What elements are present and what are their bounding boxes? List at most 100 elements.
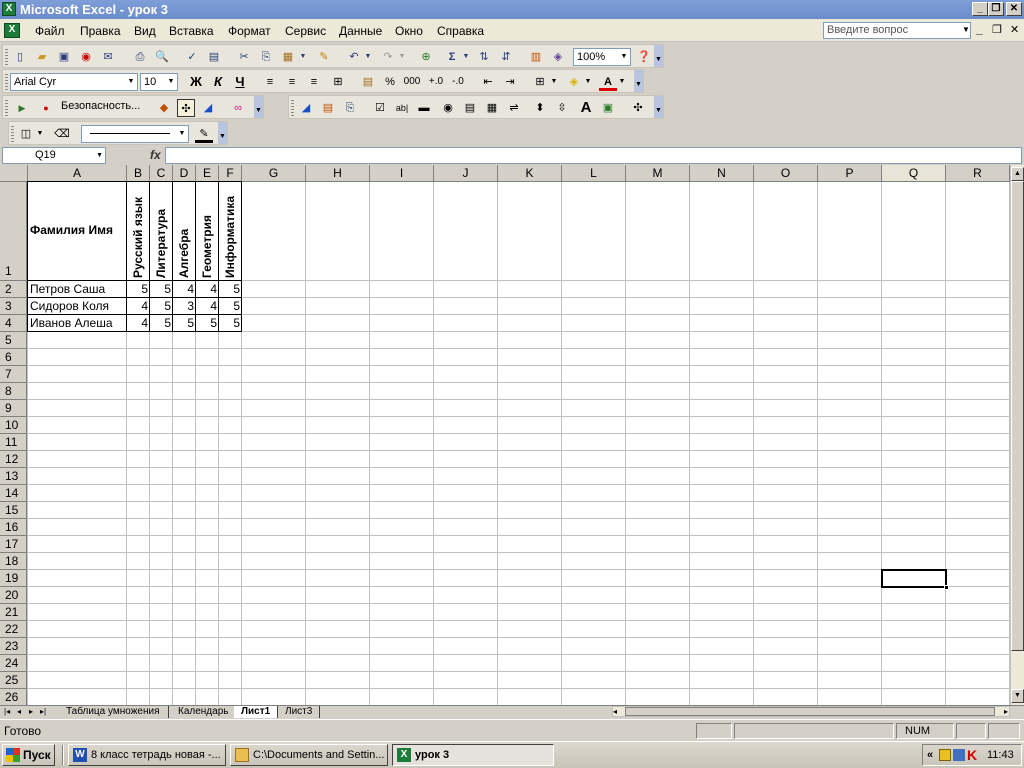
formula-input[interactable] [165, 147, 1022, 164]
checkbox-control-icon[interactable]: ☑ [371, 99, 389, 117]
textbox-control-icon[interactable]: ab| [393, 99, 411, 117]
workbook-icon[interactable]: X [4, 23, 20, 38]
toolbar-options-icon[interactable]: ▼ [254, 96, 263, 118]
scroll-down-icon[interactable]: ▼ [1011, 689, 1024, 703]
row-header[interactable]: 5 [0, 332, 27, 349]
tray-expand-icon[interactable]: « [927, 745, 933, 765]
font-color-dropdown-icon[interactable]: ▼ [617, 73, 627, 91]
row-header[interactable]: 12 [0, 451, 27, 468]
menu-tools[interactable]: Сервис [285, 24, 326, 38]
close-button[interactable]: ✕ [1006, 2, 1022, 16]
column-header[interactable]: P [818, 165, 882, 182]
fill-color-icon[interactable]: ◈ [565, 73, 583, 91]
redo-dropdown-icon[interactable]: ▼ [397, 48, 407, 66]
row-header[interactable]: 3 [0, 298, 27, 315]
toolbar-options-icon[interactable]: ▼ [218, 122, 227, 144]
new-icon[interactable]: ▯ [11, 48, 29, 66]
menu-file[interactable]: Файл [35, 24, 65, 38]
doc-minimize-icon[interactable]: _ [976, 22, 983, 36]
italic-button[interactable]: К [209, 73, 227, 91]
comma-style-button[interactable]: 000 [403, 73, 421, 91]
control-toolbox-icon[interactable]: ✣ [177, 99, 195, 117]
sort-ascending-icon[interactable]: ⇅ [475, 48, 493, 66]
increase-indent-icon[interactable]: ⇥ [501, 73, 519, 91]
next-sheet-icon[interactable]: ▸ [29, 706, 33, 718]
select-all-corner[interactable] [0, 165, 28, 182]
column-header[interactable]: F [219, 165, 242, 182]
column-header[interactable]: Q [882, 165, 946, 182]
fill-handle[interactable] [944, 585, 949, 590]
row-header[interactable]: 16 [0, 519, 27, 536]
doc-restore-icon[interactable]: ❐ [992, 23, 1002, 36]
scrollbar-control-icon[interactable]: ⇳ [553, 99, 571, 117]
sort-descending-icon[interactable]: ⇵ [497, 48, 515, 66]
column-header[interactable]: D [173, 165, 196, 182]
row-header[interactable]: 4 [0, 315, 27, 332]
doc-close-icon[interactable]: ✕ [1010, 23, 1019, 36]
row-header[interactable]: 23 [0, 638, 27, 655]
row-header[interactable]: 17 [0, 536, 27, 553]
borders-dropdown-icon[interactable]: ▼ [549, 73, 559, 91]
row-header[interactable]: 11 [0, 434, 27, 451]
column-header[interactable]: A [28, 165, 127, 182]
chart-wizard-icon[interactable]: ▥ [527, 48, 545, 66]
column-header[interactable]: M [626, 165, 690, 182]
insert-function-icon[interactable]: fx [150, 148, 161, 162]
ask-question-input[interactable]: Введите вопрос [823, 22, 971, 39]
network-icon[interactable] [953, 749, 965, 761]
label-control-icon[interactable]: A [577, 99, 595, 117]
menu-insert[interactable]: Вставка [169, 24, 214, 38]
undo-dropdown-icon[interactable]: ▼ [363, 48, 373, 66]
open-icon[interactable]: ▰ [33, 48, 51, 66]
menu-format[interactable]: Формат [228, 24, 271, 38]
row-header[interactable]: 24 [0, 655, 27, 672]
toolbar-grip[interactable] [5, 49, 8, 65]
paste-dropdown-icon[interactable]: ▼ [298, 48, 308, 66]
research-icon[interactable]: ▤ [205, 48, 223, 66]
row-header[interactable]: 7 [0, 366, 27, 383]
decrease-decimal-icon[interactable]: -.0 [449, 73, 467, 91]
design-mode-icon[interactable]: ◢ [297, 99, 315, 117]
draw-border-dropdown-icon[interactable]: ▼ [35, 125, 45, 143]
image-control-icon[interactable]: ▣ [599, 99, 617, 117]
task-explorer[interactable]: C:\Documents and Settin... [230, 744, 388, 766]
column-header[interactable]: O [754, 165, 818, 182]
borders-icon[interactable]: ⊞ [531, 73, 549, 91]
align-center-icon[interactable]: ≡ [283, 73, 301, 91]
row-header[interactable]: 9 [0, 400, 27, 417]
toolbar-grip[interactable] [5, 100, 8, 116]
column-header[interactable]: L [562, 165, 626, 182]
merge-center-icon[interactable]: ⊞ [329, 73, 347, 91]
menu-help[interactable]: Справка [437, 24, 484, 38]
font-color-icon[interactable]: A [599, 73, 617, 91]
view-code-icon[interactable]: ⎘ [341, 99, 359, 117]
horizontal-scrollbar[interactable]: ◂ ▸ [612, 706, 1010, 717]
format-painter-icon[interactable]: ✎ [315, 48, 333, 66]
currency-icon[interactable]: ▤ [359, 73, 377, 91]
toolbar-options-icon[interactable]: ▼ [634, 70, 643, 92]
vertical-scrollbar[interactable]: ▲ ▼ [1010, 165, 1024, 705]
decrease-indent-icon[interactable]: ⇤ [479, 73, 497, 91]
spin-button-icon[interactable]: ⬍ [531, 99, 549, 117]
fill-color-dropdown-icon[interactable]: ▼ [583, 73, 593, 91]
row-header[interactable]: 6 [0, 349, 27, 366]
paste-icon[interactable]: ▦ [279, 48, 297, 66]
security-button[interactable]: Безопасность... [61, 100, 140, 112]
name-box-dropdown-icon[interactable]: ▼ [96, 148, 103, 163]
task-excel[interactable]: X урок 3 [392, 744, 554, 766]
run-macro-icon[interactable]: ▶ [13, 99, 31, 117]
sheet-tab-calendar[interactable]: Календарь [170, 706, 238, 718]
permission-icon[interactable]: ◉ [77, 48, 95, 66]
autosum-dropdown-icon[interactable]: ▼ [461, 48, 471, 66]
menu-view[interactable]: Вид [134, 24, 156, 38]
start-button[interactable]: Пуск [2, 744, 55, 766]
align-left-icon[interactable]: ≡ [261, 73, 279, 91]
cut-icon[interactable]: ✂ [235, 48, 253, 66]
design-mode-icon[interactable]: ◢ [199, 99, 217, 117]
scroll-thumb[interactable] [1011, 181, 1024, 651]
column-header[interactable]: G [242, 165, 306, 182]
increase-decimal-icon[interactable]: +.0 [427, 73, 445, 91]
hscroll-thumb[interactable] [625, 707, 995, 716]
toolbar-options-icon[interactable]: ▼ [654, 45, 663, 67]
draw-border-icon[interactable]: ◫ [17, 125, 35, 143]
